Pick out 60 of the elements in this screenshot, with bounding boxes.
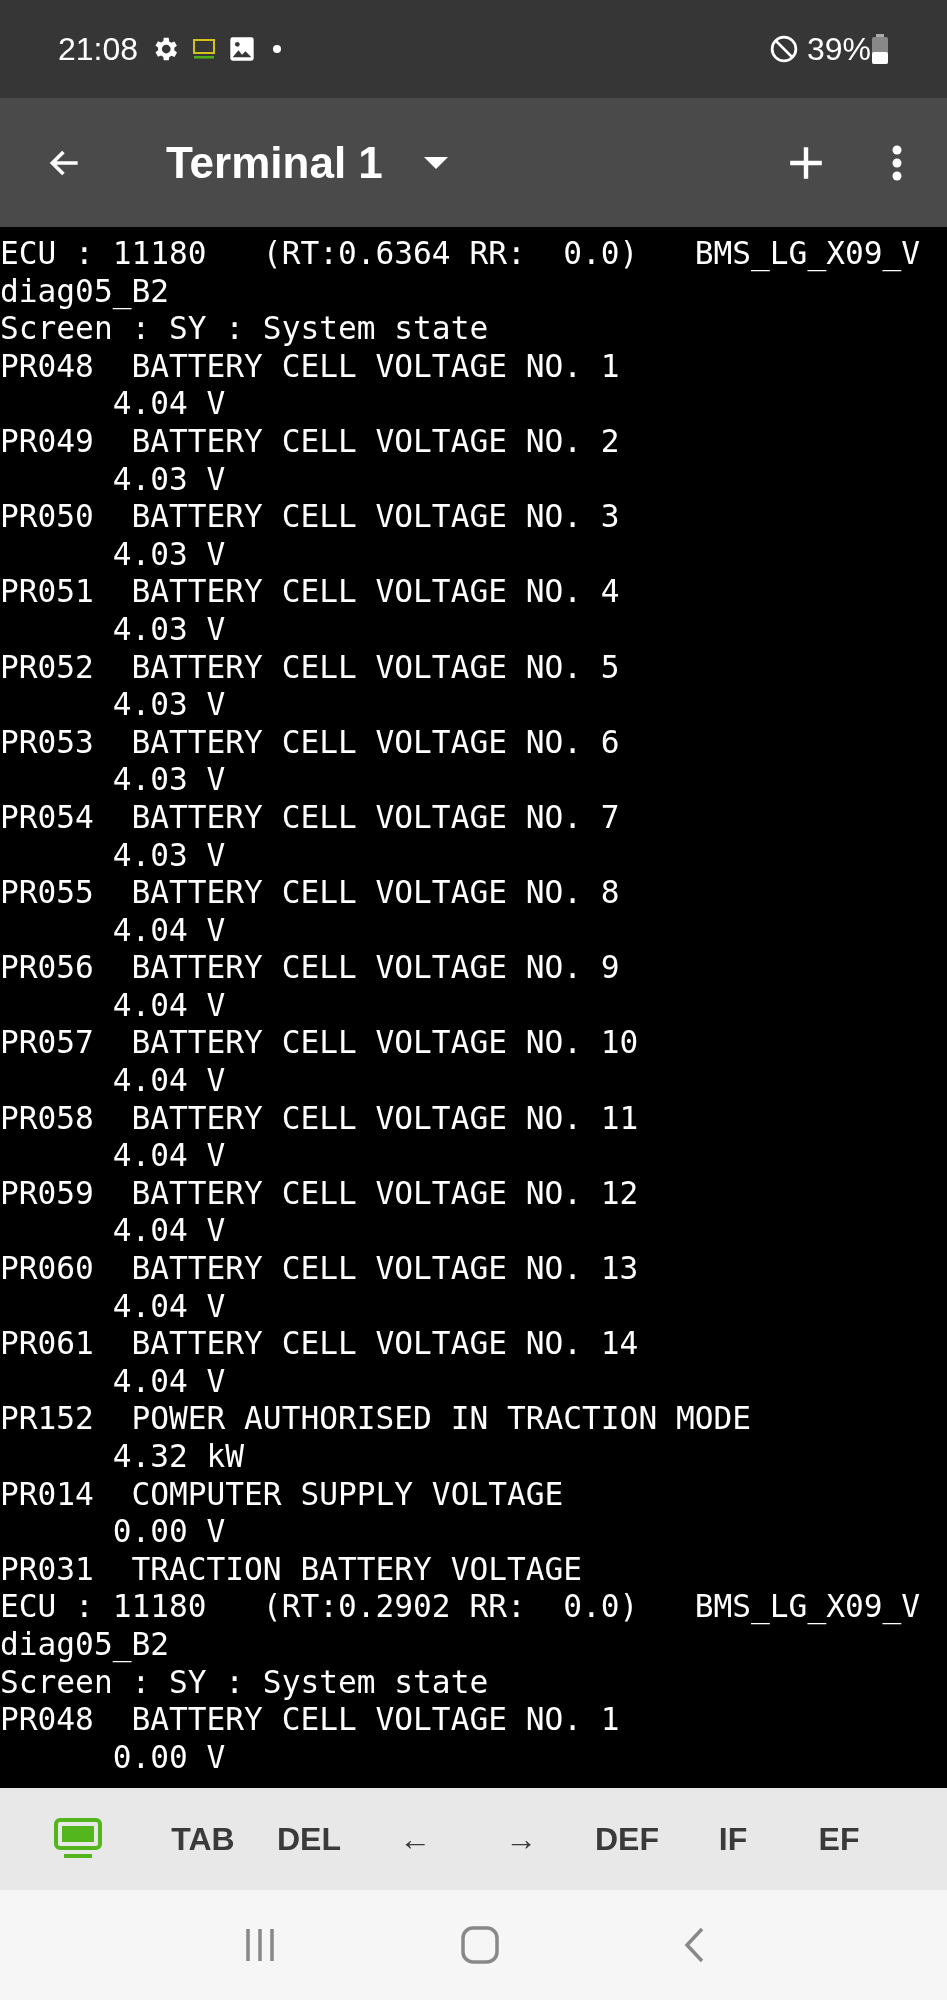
do-not-disturb-icon (768, 34, 799, 64)
terminal-line: Screen : SY : System state (0, 310, 489, 348)
terminal-line: 4.04 V (111, 986, 226, 1025)
terminal-line: 0.00 V (111, 1513, 226, 1551)
terminal-line: PR048 BATTERY CELL VOLTAGE NO. 1 (0, 347, 620, 386)
terminal-line: PR050 BATTERY CELL VOLTAGE NO. 3 (0, 498, 620, 536)
terminal-line: 4.04 V (111, 1137, 226, 1175)
terminal-line: 4.32 kW (111, 1438, 245, 1476)
terminal-line: 4.04 V (111, 911, 226, 950)
terminal-line: 4.03 V (111, 836, 226, 875)
terminal-line: 4.03 V (111, 686, 226, 724)
more-options-icon[interactable] (891, 143, 903, 182)
terminal-line: PR057 BATTERY CELL VOLTAGE NO. 10 (0, 1024, 639, 1063)
key-button[interactable]: IF (688, 1815, 778, 1863)
terminal-line: 4.03 V (111, 535, 226, 574)
terminal-line: PR014 COMPUTER SUPPLY VOLTAGE (0, 1475, 564, 1514)
key-button[interactable]: → (476, 1815, 566, 1863)
terminal-line: PR052 BATTERY CELL VOLTAGE NO. 5 (0, 648, 620, 687)
key-button[interactable]: DEL (264, 1815, 354, 1863)
dot-icon (272, 44, 283, 54)
terminal-title[interactable]: Terminal 1 (166, 129, 383, 196)
terminal-line: 4.03 V (111, 460, 226, 499)
monitor-icon (192, 39, 217, 59)
terminal-line: PR049 BATTERY CELL VOLTAGE NO. 2 (0, 422, 620, 461)
key-button[interactable]: EF (794, 1815, 884, 1863)
terminal-line: 4.03 V (111, 761, 226, 799)
terminal-line: PR031 TRACTION BATTERY VOLTAGE (0, 1550, 583, 1589)
battery-percent: 39% (806, 30, 871, 69)
terminal-line: diag05_B2 (0, 1625, 169, 1664)
terminal-line: PR152 POWER AUTHORISED IN TRACTION MODE (0, 1400, 752, 1438)
terminal-line: PR048 BATTERY CELL VOLTAGE NO. 1 (0, 1701, 620, 1739)
key-button[interactable]: TAB (158, 1815, 248, 1863)
dropdown-caret-icon[interactable] (422, 155, 449, 170)
terminal-line: ECU : 11180 (RT:0.2902 RR: 0.0) BMS_LG_X09_V (0, 1588, 921, 1626)
key-button[interactable]: DEF (582, 1815, 672, 1863)
terminal-line: 4.04 V (111, 1287, 226, 1326)
terminal-line: PR060 BATTERY CELL VOLTAGE NO. 13 (0, 1250, 639, 1288)
terminal-line: diag05_B2 (0, 272, 169, 311)
back-icon[interactable] (683, 1927, 706, 1963)
terminal-line: 4.04 V (111, 1062, 226, 1100)
terminal-line: PR056 BATTERY CELL VOLTAGE NO. 9 (0, 949, 620, 987)
home-icon[interactable] (461, 1926, 500, 1964)
terminal-line: PR061 BATTERY CELL VOLTAGE NO. 14 (0, 1325, 639, 1363)
terminal-line: 4.03 V (111, 610, 226, 649)
terminal-line: PR053 BATTERY CELL VOLTAGE NO. 6 (0, 723, 620, 762)
terminal-line: PR058 BATTERY CELL VOLTAGE NO. 11 (0, 1099, 639, 1138)
terminal-line: 4.04 V (111, 1362, 226, 1401)
terminal-line: PR051 BATTERY CELL VOLTAGE NO. 4 (0, 573, 620, 611)
terminal-line: PR055 BATTERY CELL VOLTAGE NO. 8 (0, 874, 620, 912)
terminal-line: Screen : SY : System state (0, 1663, 489, 1702)
battery-icon (871, 34, 889, 64)
terminal-line: PR054 BATTERY CELL VOLTAGE NO. 7 (0, 798, 620, 837)
status-time: 21:08 (58, 30, 139, 69)
terminal-line: PR059 BATTERY CELL VOLTAGE NO. 12 (0, 1174, 639, 1213)
terminal-line: 4.04 V (111, 385, 226, 423)
terminal-line: 4.04 V (111, 1212, 226, 1251)
terminal-line: 0.00 V (111, 1738, 226, 1777)
key-button[interactable]: ← (370, 1815, 460, 1863)
image-icon (228, 35, 257, 63)
terminal-line: ECU : 11180 (RT:0.6364 RR: 0.0) BMS_LG_X09_V (0, 235, 921, 273)
